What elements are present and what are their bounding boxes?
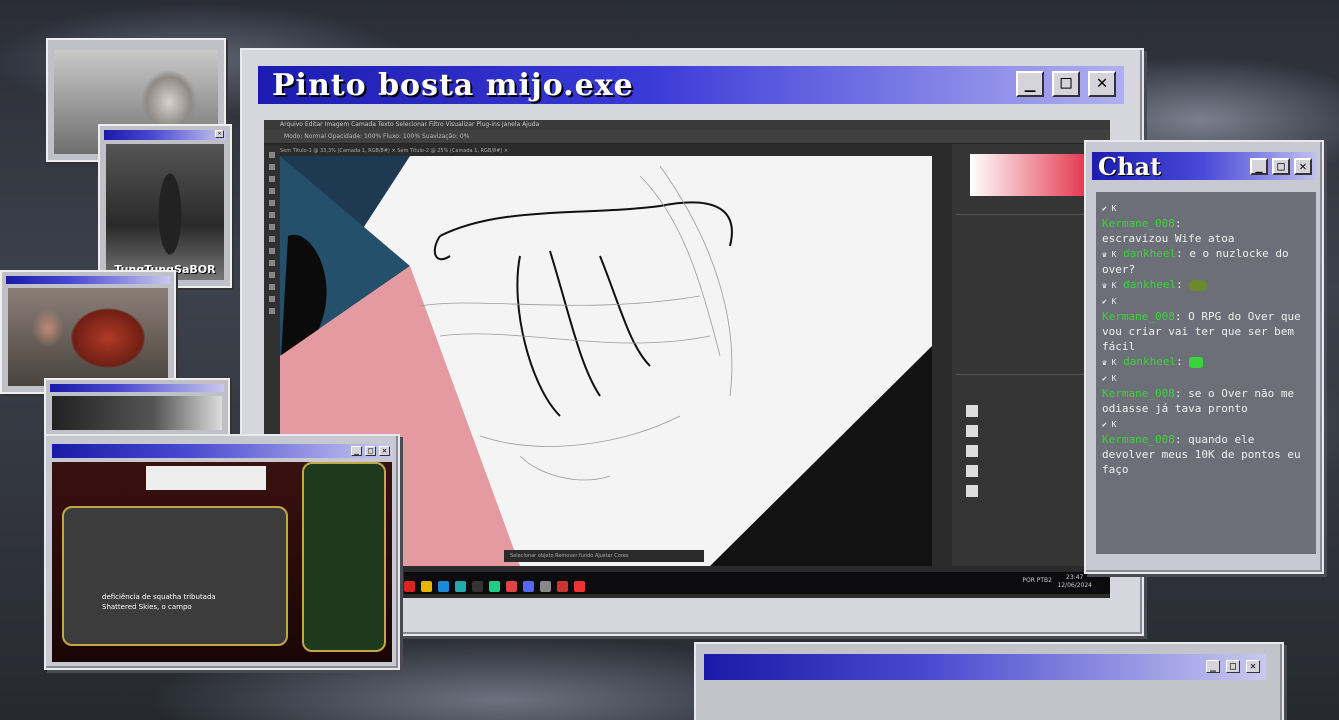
app-icon[interactable] (455, 581, 466, 592)
maximize-button[interactable]: □ (1052, 71, 1080, 97)
chat-message: ✔ K Kermane_008: O RPG do Over que vou c… (1102, 297, 1301, 353)
chat-title: Chat (1098, 152, 1162, 181)
chat-text: escravizou Wife atoa (1102, 232, 1235, 245)
app-icon[interactable] (506, 581, 517, 592)
chat-username: Kermane_008 (1102, 310, 1175, 323)
chat-message: ♛ K dankheel: e o nuzlocke do over? (1102, 247, 1289, 276)
close-button[interactable]: ✕ (379, 446, 390, 456)
game-caption: deficiência de squatha tributada Shatter… (102, 593, 216, 611)
document-tabs[interactable]: Sem Título-1 @ 33,3% (Camada 1, RGB/8#) … (280, 146, 508, 156)
main-window-title: Pinto bosta mijo.exe (272, 68, 634, 103)
app-icon[interactable] (557, 581, 568, 592)
photoshop-options-bar[interactable]: Modo: Normal Opacidade: 100% Fluxo: 100%… (264, 130, 1110, 144)
main-window-titlebar[interactable]: Pinto bosta mijo.exe _ □ ✕ (258, 66, 1124, 104)
shape-tool-icon[interactable] (269, 284, 275, 290)
app-icon[interactable] (472, 581, 483, 592)
lasso-tool-icon[interactable] (269, 176, 275, 182)
chat-username: Kermane_008 (1102, 217, 1175, 230)
minimize-button[interactable]: _ (351, 446, 362, 456)
close-button[interactable]: ✕ (1246, 660, 1260, 673)
chat-message: ♛ K dankheel: (1102, 354, 1310, 370)
minimize-button[interactable]: _ (1206, 660, 1220, 673)
webcam-window-4[interactable] (44, 378, 230, 438)
game-window-titlebar[interactable]: _ □ ✕ (52, 444, 392, 458)
photoshop-menubar[interactable]: Arquivo Editar Imagem Camada Texto Selec… (264, 120, 1110, 130)
chat-messages[interactable]: ✔ K Kermane_008: escravizou Wife atoa ♛ … (1096, 192, 1316, 554)
eraser-tool-icon[interactable] (269, 236, 275, 242)
close-button[interactable]: ✕ (1088, 71, 1116, 97)
crop-tool-icon[interactable] (269, 188, 275, 194)
chat-username: dankheel (1123, 355, 1177, 368)
game-window[interactable]: _ □ ✕ deficiência de squatha tributada S… (44, 434, 400, 670)
folder-icon[interactable] (421, 581, 432, 592)
black-panel (710, 346, 932, 566)
minimize-button[interactable]: _ (1016, 71, 1044, 97)
bottom-window-titlebar[interactable]: _ □ ✕ (704, 654, 1266, 680)
chat-username: Kermane_008 (1102, 433, 1175, 446)
move-tool-icon[interactable] (269, 152, 275, 158)
webcam-window-2[interactable]: ✕ TungTungSaBOR (98, 124, 232, 288)
app-icon[interactable] (574, 581, 585, 592)
chat-message: ✔ K Kermane_008: se o Over não me odiass… (1102, 374, 1295, 415)
game-side-panel[interactable] (302, 462, 386, 652)
gradient-tool-icon[interactable] (269, 248, 275, 254)
desktop-background: ✕ TungTungSaBOR Pinto bosta mijo.exe _ □… (0, 0, 1339, 720)
webcam-feed-bird (8, 288, 168, 386)
contextual-taskbar[interactable]: Selecionar objeto Remover fundo Ajustar … (504, 550, 704, 562)
game-map-view[interactable] (62, 506, 288, 646)
chat-username: dankheel (1123, 247, 1177, 260)
color-picker[interactable] (970, 154, 1100, 196)
text-tool-icon[interactable] (269, 272, 275, 278)
minimize-button[interactable]: _ (1250, 158, 1268, 175)
clock-time: 23:47 (1066, 574, 1084, 581)
bottom-window[interactable]: _ □ ✕ (694, 642, 1284, 720)
webcam-window-3[interactable] (0, 270, 176, 394)
emote-icon (1189, 279, 1208, 291)
maximize-button[interactable]: □ (365, 446, 376, 456)
chat-titlebar[interactable]: Chat _ □ ✕ (1092, 152, 1316, 181)
game-screen[interactable]: deficiência de squatha tributada Shatter… (52, 462, 392, 662)
hand-tool-icon[interactable] (269, 296, 275, 302)
app-icon[interactable] (438, 581, 449, 592)
close-button[interactable]: ✕ (1294, 158, 1312, 175)
app-icon[interactable] (540, 581, 551, 592)
zoom-tool-icon[interactable] (269, 308, 275, 314)
chat-message: ✔ K Kermane_008: quando ele devolver meu… (1102, 420, 1301, 476)
webcam-window-2-titlebar[interactable]: ✕ (104, 130, 226, 140)
webcam-window-3-titlebar[interactable] (6, 276, 170, 284)
emote-icon (1189, 356, 1204, 368)
chat-message: ✔ K Kermane_008: escravizou Wife atoa (1102, 200, 1310, 246)
app-icon[interactable] (404, 581, 415, 592)
webcam-feed-4 (52, 396, 222, 430)
stamp-tool-icon[interactable] (269, 224, 275, 230)
maximize-button[interactable]: □ (1226, 660, 1240, 673)
chat-message: ♛ K dankheel: (1102, 277, 1310, 293)
app-icon[interactable] (489, 581, 500, 592)
close-icon[interactable]: ✕ (215, 130, 224, 138)
chat-username: dankheel (1123, 278, 1177, 291)
webcam-feed-bottle: TungTungSaBOR (106, 144, 224, 280)
taskbar-apps[interactable] (404, 577, 591, 596)
clock-date: 12/06/2024 (1057, 582, 1092, 589)
chat-window[interactable]: Chat _ □ ✕ ✔ K Kermane_008: escravizou W… (1084, 140, 1324, 574)
sketch-lines (433, 201, 733, 417)
pen-tool-icon[interactable] (269, 260, 275, 266)
maximize-button[interactable]: □ (1272, 158, 1290, 175)
brush-tool-icon[interactable] (269, 212, 275, 218)
discord-icon[interactable] (523, 581, 534, 592)
marquee-tool-icon[interactable] (269, 164, 275, 170)
system-tray[interactable]: POR PTB2 (1022, 577, 1052, 584)
webcam-window-4-titlebar[interactable] (50, 384, 224, 392)
taskbar-clock[interactable]: 23:47 12/06/2024 (1057, 574, 1092, 590)
game-status-box (146, 466, 266, 490)
windows-taskbar: POR PTB2 23:47 12/06/2024 (404, 572, 1110, 594)
eyedropper-tool-icon[interactable] (269, 200, 275, 206)
chat-username: Kermane_008 (1102, 387, 1175, 400)
